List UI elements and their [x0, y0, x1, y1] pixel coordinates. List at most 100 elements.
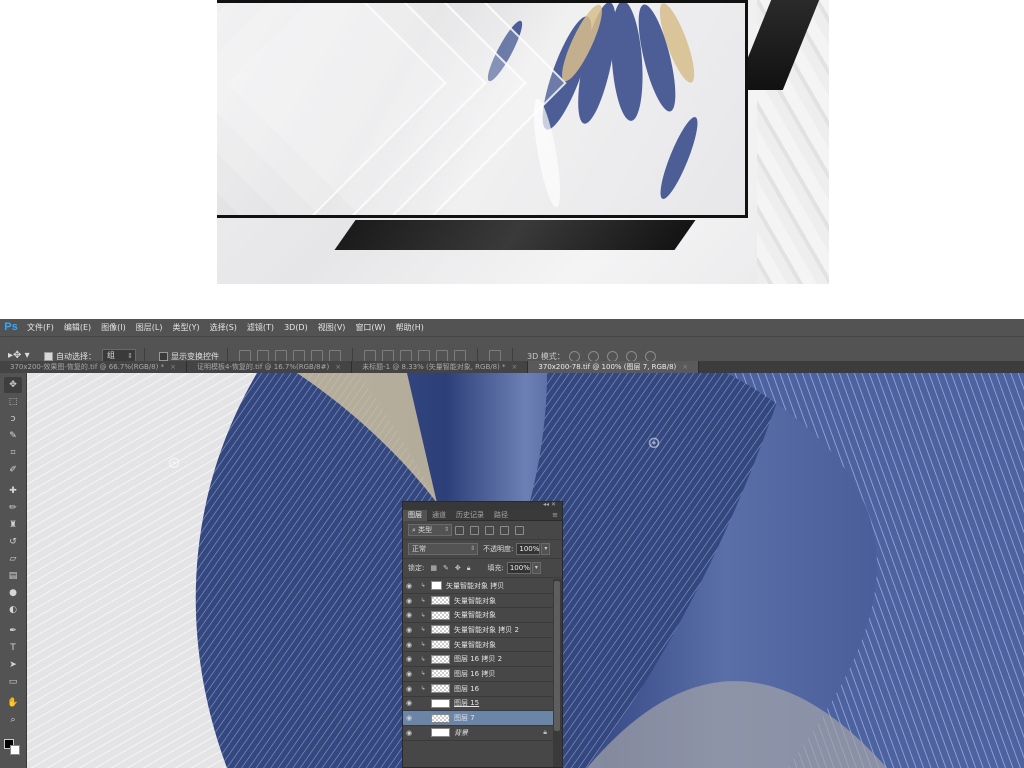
- layer-row[interactable]: ◉ ↳ 矢量智能对象 拷贝: [403, 579, 555, 594]
- layer-row[interactable]: ◉ ↳ 图层 16: [403, 682, 555, 697]
- hand-tool-icon[interactable]: ✋: [4, 695, 22, 711]
- path-select-icon[interactable]: ➤: [4, 657, 22, 673]
- layer-thumbnail: [431, 684, 450, 694]
- visibility-eye-icon[interactable]: ◉: [403, 729, 415, 737]
- gradient-tool-icon[interactable]: ▤: [4, 568, 22, 584]
- crop-tool-icon[interactable]: ⌗: [4, 445, 22, 461]
- visibility-eye-icon[interactable]: ◉: [403, 699, 415, 707]
- menu-file[interactable]: 文件(F): [22, 319, 59, 336]
- 3d-slide-icon[interactable]: [625, 350, 637, 362]
- layer-name: 图层 15: [454, 699, 480, 708]
- clipping-arrow-icon: ↳: [420, 582, 426, 590]
- menu-help[interactable]: 帮助(H): [391, 319, 429, 336]
- layer-row[interactable]: ◉ 背景 🔒︎: [403, 726, 555, 741]
- menu-type[interactable]: 类型(Y): [167, 319, 204, 336]
- lock-pixels-icon[interactable]: ✎: [443, 564, 449, 572]
- visibility-eye-icon[interactable]: ◉: [403, 611, 415, 619]
- pixel-filter-icon[interactable]: [455, 525, 464, 535]
- close-icon[interactable]: ×: [512, 363, 518, 371]
- lock-transparent-icon[interactable]: ▦: [430, 564, 437, 572]
- history-brush-icon[interactable]: ↺: [4, 534, 22, 550]
- rectangle-tool-icon[interactable]: ▭: [4, 674, 22, 690]
- menu-layer[interactable]: 图层(L): [131, 319, 168, 336]
- dodge-tool-icon[interactable]: ◐: [4, 602, 22, 618]
- quick-select-tool-icon[interactable]: ✎: [4, 428, 22, 444]
- 3d-scale-icon[interactable]: [644, 350, 656, 362]
- menu-image[interactable]: 图像(I): [96, 319, 131, 336]
- visibility-eye-icon[interactable]: ◉: [403, 670, 415, 678]
- eraser-tool-icon[interactable]: ▱: [4, 551, 22, 567]
- marquee-tool-icon[interactable]: ⬚: [4, 394, 22, 410]
- eyedropper-tool-icon[interactable]: ✐: [4, 462, 22, 478]
- brush-tool-icon[interactable]: ✏: [4, 500, 22, 516]
- photoshop-window: Ps 文件(F) 编辑(E) 图像(I) 图层(L) 类型(Y) 选择(S) 滤…: [0, 319, 1024, 768]
- 3d-pan-icon[interactable]: [606, 350, 618, 362]
- menu-3d[interactable]: 3D(D): [279, 319, 313, 336]
- layer-row-selected[interactable]: ◉ 图层 7: [403, 711, 555, 726]
- 3d-rotate-icon[interactable]: [568, 350, 580, 362]
- type-filter-icon[interactable]: [485, 525, 494, 535]
- fill-slider-button[interactable]: ▾: [531, 562, 541, 574]
- close-icon[interactable]: ×: [682, 363, 688, 371]
- layer-row[interactable]: ◉ ↳ 图层 16 拷贝 2: [403, 652, 555, 668]
- menu-edit[interactable]: 编辑(E): [59, 319, 96, 336]
- tab-layers[interactable]: 图层: [403, 509, 427, 521]
- close-icon[interactable]: ×: [335, 363, 341, 371]
- menu-filter[interactable]: 滤镜(T): [242, 319, 279, 336]
- blur-tool-icon[interactable]: ●: [4, 585, 22, 601]
- panel-menu-icon[interactable]: ≡: [552, 510, 558, 521]
- layer-row[interactable]: ◉ 图层 15: [403, 697, 555, 712]
- menu-window[interactable]: 窗口(W): [350, 319, 390, 336]
- layer-row[interactable]: ◉ ↳ 矢量智能对象: [403, 608, 555, 624]
- menu-view[interactable]: 视图(V): [313, 319, 351, 336]
- layer-row[interactable]: ◉ ↳ 矢量智能对象: [403, 638, 555, 653]
- tab-document-2[interactable]: 证明模板4-恢复的.tif @ 16.7%(RGB/8#) ×: [186, 361, 353, 373]
- lock-position-icon[interactable]: ✥: [455, 564, 461, 572]
- shape-filter-icon[interactable]: [500, 525, 509, 535]
- tab-channels[interactable]: 通道: [427, 510, 451, 521]
- move-tool-icon[interactable]: ✥: [4, 377, 22, 393]
- visibility-eye-icon[interactable]: ◉: [403, 641, 415, 649]
- layer-row[interactable]: ◉ ↳ 矢量智能对象: [403, 594, 555, 609]
- tab-document-4[interactable]: 370x200-78.tif @ 100% (图层 7, RGB/8) ×: [528, 361, 700, 373]
- kind-filter-dropdown[interactable]: ⌕ 类型: [408, 524, 452, 536]
- tab-document-3[interactable]: 未标题-1 @ 8.33% (矢量智能对象, RGB/8) * ×: [352, 361, 529, 373]
- opacity-input[interactable]: 100%: [516, 543, 541, 555]
- type-tool-icon[interactable]: T: [4, 640, 22, 656]
- visibility-eye-icon[interactable]: ◉: [403, 714, 415, 722]
- lock-all-icon[interactable]: 🔒︎: [467, 564, 471, 573]
- healing-brush-icon[interactable]: ✚: [4, 483, 22, 499]
- clone-stamp-icon[interactable]: ♜: [4, 517, 22, 533]
- visibility-eye-icon[interactable]: ◉: [403, 655, 415, 663]
- tab-paths[interactable]: 路径: [489, 510, 513, 521]
- collapse-icon[interactable]: ◂◂ ✕: [543, 501, 556, 508]
- scrollbar-thumb[interactable]: [554, 581, 560, 731]
- background-color-swatch[interactable]: [10, 745, 20, 755]
- tab-document-1[interactable]: 370x200-效果图-恢复的.tif @ 66.7%(RGB/8) * ×: [0, 361, 187, 373]
- close-icon[interactable]: ×: [170, 363, 176, 371]
- visibility-eye-icon[interactable]: ◉: [403, 597, 415, 605]
- smart-object-filter-icon[interactable]: [515, 525, 524, 535]
- visibility-eye-icon[interactable]: ◉: [403, 626, 415, 634]
- layer-row[interactable]: ◉ ↳ 图层 16 拷贝: [403, 667, 555, 682]
- tab-label: 证明模板4-恢复的.tif @ 16.7%(RGB/8#): [196, 363, 330, 371]
- fill-input[interactable]: 100%: [506, 562, 531, 574]
- menu-select[interactable]: 选择(S): [205, 319, 242, 336]
- auto-select-checkbox[interactable]: [44, 351, 53, 361]
- layer-thumbnail: [431, 698, 450, 708]
- zoom-tool-icon[interactable]: ⌕: [4, 712, 22, 728]
- visibility-eye-icon[interactable]: ◉: [403, 685, 415, 693]
- lasso-tool-icon[interactable]: ↄ: [4, 411, 22, 427]
- adjustment-filter-icon[interactable]: [470, 525, 479, 535]
- pen-tool-icon[interactable]: ✒: [4, 623, 22, 639]
- layer-row[interactable]: ◉ ↳ 矢量智能对象 拷贝 2: [403, 623, 555, 638]
- opacity-slider-button[interactable]: ▾: [541, 543, 551, 555]
- show-transform-checkbox[interactable]: [159, 351, 168, 361]
- tab-history[interactable]: 历史记录: [451, 510, 489, 521]
- blend-mode-dropdown[interactable]: 正常: [408, 543, 478, 555]
- visibility-eye-icon[interactable]: ◉: [403, 582, 415, 590]
- layers-scrollbar[interactable]: [553, 579, 562, 767]
- filter-row: ⌕ 类型: [403, 521, 562, 540]
- layer-thumbnail: [431, 713, 450, 723]
- 3d-roll-icon[interactable]: [587, 350, 599, 362]
